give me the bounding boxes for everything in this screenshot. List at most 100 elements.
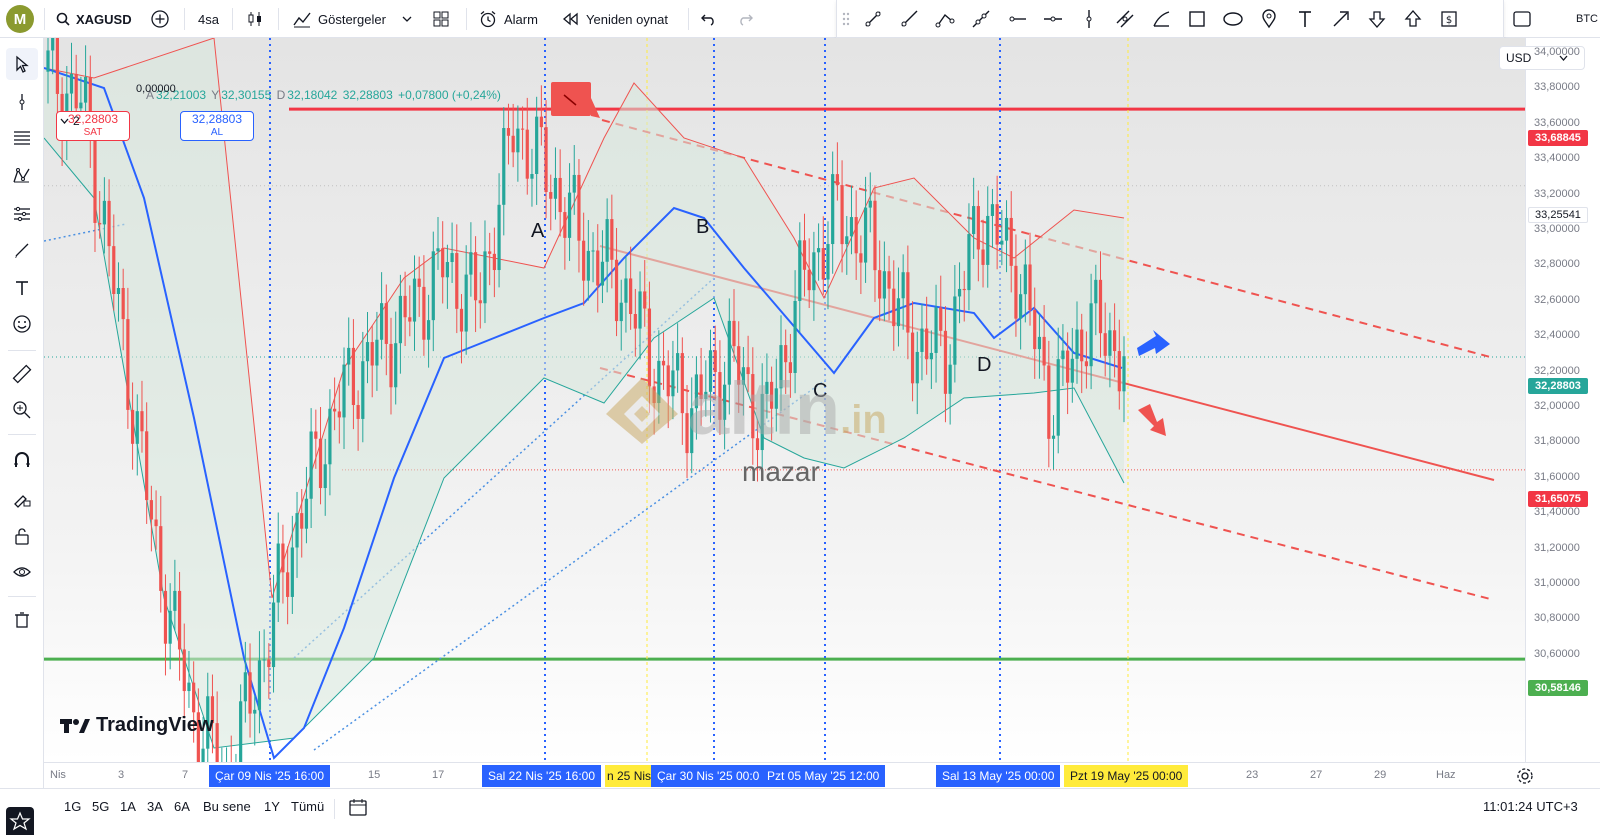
arrow-down-mark-icon[interactable] xyxy=(1359,1,1395,37)
fullscreen-button[interactable] xyxy=(1512,0,1532,38)
candle-body xyxy=(610,219,614,260)
candle-body xyxy=(168,610,172,644)
candle-body xyxy=(1009,217,1013,266)
candle-body xyxy=(497,204,501,271)
buy-button[interactable]: 32,28803 AL xyxy=(180,111,254,141)
candle-body xyxy=(375,339,379,366)
undo-button[interactable] xyxy=(700,0,718,38)
search-icon xyxy=(56,12,70,26)
candle-body xyxy=(417,278,421,287)
forecast-tool-icon[interactable] xyxy=(6,198,38,230)
price-axis[interactable]: USD 34,00000 33,80000 33,60000 33,40000 33,2… xyxy=(1499,38,1600,762)
trend-line-icon[interactable] xyxy=(6,86,38,118)
time-axis[interactable]: Nis 3 7 15 17 23 27 29 Haz Çar 09 Nis '2… xyxy=(44,762,1600,788)
clock-label[interactable]: 11:01:24 UTC+3 xyxy=(1483,799,1578,814)
trend-line-tool-icon[interactable] xyxy=(855,1,891,37)
range-5d[interactable]: 5G xyxy=(92,799,109,814)
top-toolbar: M XAGUSD 4sa Göstergeler Alarm Yeniden o… xyxy=(0,0,1600,38)
candle-body xyxy=(328,408,332,465)
candle-body xyxy=(1070,358,1074,383)
range-ytd[interactable]: Bu sene xyxy=(203,799,251,814)
lock-drawings-icon[interactable] xyxy=(6,482,38,514)
divider xyxy=(8,434,36,435)
candle-body xyxy=(403,295,407,318)
price-label-tool-icon[interactable]: $ xyxy=(1431,1,1467,37)
candle-body xyxy=(69,73,74,94)
text-icon[interactable] xyxy=(6,272,38,304)
support-price-badge: 30,58146 xyxy=(1528,680,1588,696)
ruler-icon[interactable] xyxy=(6,358,38,390)
candle-body xyxy=(614,259,619,322)
emoji-icon[interactable] xyxy=(6,308,38,340)
candle-body xyxy=(882,271,886,299)
redo-button[interactable] xyxy=(736,0,754,38)
candle-body xyxy=(365,342,370,362)
symbol-search-button[interactable]: XAGUSD xyxy=(56,0,132,38)
horizontal-ray-tool-icon[interactable] xyxy=(999,1,1035,37)
chart-pane[interactable]: A 32,21003 Y 32,30155 D 32,18042 32,28803 +… xyxy=(44,38,1525,762)
range-3m[interactable]: 3A xyxy=(147,799,163,814)
candle-body xyxy=(1094,279,1098,304)
range-all[interactable]: Tümü xyxy=(291,799,324,814)
candle-body xyxy=(426,320,431,340)
range-6m[interactable]: 6A xyxy=(174,799,190,814)
candle-body xyxy=(1000,240,1004,245)
text-tool-icon[interactable] xyxy=(1287,1,1323,37)
interval-button[interactable]: 4sa xyxy=(198,0,219,38)
pitchfork-tool-icon[interactable] xyxy=(1143,1,1179,37)
candle-body xyxy=(1019,294,1023,319)
brush-tool-icon[interactable] xyxy=(6,234,38,266)
trash-icon[interactable] xyxy=(6,604,38,636)
candle-body xyxy=(408,317,412,322)
eye-icon[interactable] xyxy=(6,556,38,588)
alarm-label: Alarm xyxy=(504,11,538,27)
candle-body xyxy=(356,405,360,419)
candle-body xyxy=(849,217,854,237)
candle-body xyxy=(276,543,280,603)
profile-avatar[interactable]: M xyxy=(6,5,34,33)
replay-button[interactable]: Yeniden oynat xyxy=(562,0,668,38)
replay-label: Yeniden oynat xyxy=(586,11,668,27)
cursor-tool-icon[interactable] xyxy=(6,48,38,80)
candle-body xyxy=(483,251,487,304)
axis-settings-button[interactable] xyxy=(1516,767,1534,790)
layout-templates-button[interactable] xyxy=(432,0,450,38)
indicators-button[interactable]: Göstergeler xyxy=(292,0,412,38)
patterns-tool-icon[interactable] xyxy=(6,160,38,192)
candle-body xyxy=(286,572,290,597)
magnet-icon[interactable] xyxy=(6,444,38,476)
parallel-channel-tool-icon[interactable] xyxy=(1107,1,1143,37)
ellipse-tool-icon[interactable] xyxy=(1215,1,1251,37)
extended-line-tool-icon[interactable] xyxy=(963,1,999,37)
candle-body xyxy=(1028,264,1032,311)
compare-symbol-button[interactable] xyxy=(150,0,170,38)
ray-tool-icon[interactable] xyxy=(891,1,927,37)
range-1d[interactable]: 1G xyxy=(64,799,81,814)
zoom-in-icon[interactable] xyxy=(6,394,38,426)
candle-body xyxy=(920,328,924,352)
horizontal-line-tool-icon[interactable] xyxy=(1035,1,1071,37)
vertical-line-tool-icon[interactable] xyxy=(1071,1,1107,37)
chart-type-button[interactable] xyxy=(246,0,264,38)
pin-tool-icon[interactable] xyxy=(1251,1,1287,37)
arrow-up-mark-icon[interactable] xyxy=(1395,1,1431,37)
fib-tool-icon[interactable] xyxy=(6,122,38,154)
unlock-icon[interactable] xyxy=(6,520,38,552)
arrow-tool-icon[interactable] xyxy=(1323,1,1359,37)
alarm-button[interactable]: Alarm xyxy=(478,0,538,38)
range-1m[interactable]: 1A xyxy=(120,799,136,814)
price-tick: 32,00000 xyxy=(1534,400,1580,412)
candle-body xyxy=(450,253,454,263)
candle-body xyxy=(135,411,139,444)
drag-handle-icon[interactable] xyxy=(837,1,855,37)
tradingview-logo[interactable]: TradingView xyxy=(60,714,213,737)
legend-change: +0,07800 (+0,24%) xyxy=(398,88,501,102)
candle-body xyxy=(478,300,482,304)
range-1y[interactable]: 1Y xyxy=(264,799,280,814)
date-range-button[interactable] xyxy=(348,797,368,822)
symbol-tab-cut[interactable]: BTC xyxy=(1576,0,1598,38)
info-line-tool-icon[interactable] xyxy=(927,1,963,37)
legend-collapse-toggle[interactable]: 2 xyxy=(60,114,80,128)
rectangle-tool-icon[interactable] xyxy=(1179,1,1215,37)
star-button[interactable] xyxy=(6,807,34,835)
